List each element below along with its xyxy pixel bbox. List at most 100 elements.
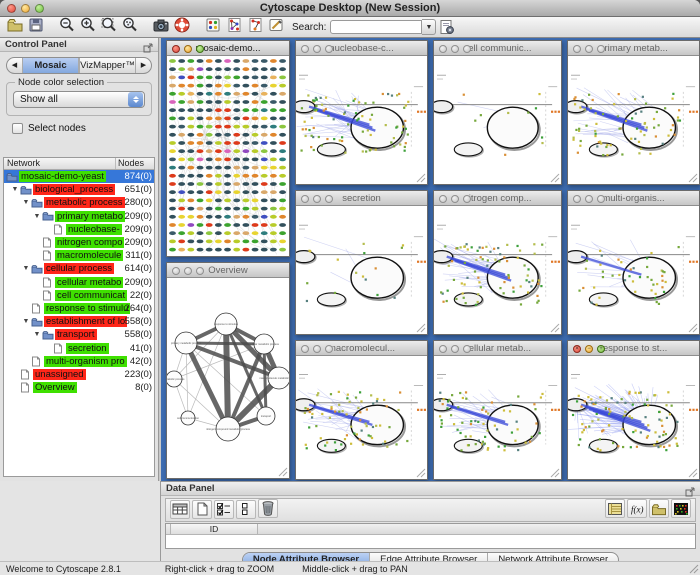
network-view-canvas[interactable] [167, 56, 289, 256]
tree-row-mosaic-demo-yeast[interactable]: mosaic-demo-yeast874(0) [4, 170, 154, 183]
zoom-selected-icon[interactable] [120, 15, 139, 34]
tree-row-transport[interactable]: ▼transport558(0) [4, 328, 154, 341]
zoom-window-button[interactable] [325, 195, 333, 203]
network-view-canvas[interactable] [434, 56, 561, 184]
attribute-table-icon[interactable] [170, 500, 190, 519]
tree-row-establishment-of-lo[interactable]: ▼establishment of lo558(0) [4, 315, 154, 328]
float-panel-icon[interactable] [685, 484, 695, 494]
tree-row-cellular-metabo[interactable]: cellular metabo209(0) [4, 276, 154, 289]
help-icon[interactable] [172, 15, 191, 34]
minimize-window-button[interactable] [451, 195, 459, 203]
minimize-window-button[interactable] [585, 45, 593, 53]
minimize-window-button[interactable] [184, 45, 192, 53]
zoom-window-button[interactable] [325, 345, 333, 353]
close-window-button[interactable] [439, 45, 447, 53]
expand-arrow-icon[interactable]: ▼ [10, 186, 20, 193]
window-titlebar[interactable]: secretion [296, 191, 427, 206]
network-view-canvas[interactable] [568, 206, 699, 334]
minimize-window-button[interactable] [451, 345, 459, 353]
minimize-window-button[interactable]: − [585, 345, 593, 353]
close-window-button[interactable] [573, 45, 581, 53]
network-view-canvas[interactable] [568, 56, 699, 184]
network-view-canvas[interactable] [568, 356, 699, 479]
tab-vizmapper[interactable]: VizMapper™ [79, 58, 136, 74]
window-titlebar[interactable]: Cytoscape Desktop (New Session) [0, 0, 700, 17]
zoom-window-button[interactable] [463, 195, 471, 203]
window-titlebar[interactable]: primary metab... [568, 41, 699, 56]
close-window-button[interactable] [301, 195, 309, 203]
tabs-scroll-left-icon[interactable]: ◀ [7, 57, 22, 74]
network-view-canvas[interactable] [434, 206, 561, 334]
open-session-icon[interactable] [5, 15, 24, 34]
minimize-window-button[interactable] [313, 45, 321, 53]
minimize-window-button[interactable] [451, 45, 459, 53]
float-panel-icon[interactable] [143, 40, 153, 50]
expand-arrow-icon[interactable]: ▼ [21, 318, 31, 325]
annotation-icon[interactable] [266, 15, 285, 34]
network-view-a-icon[interactable] [224, 15, 243, 34]
window-titlebar[interactable]: macromolecul... [296, 341, 427, 356]
network-view-canvas[interactable] [296, 206, 427, 334]
tree-row-macromolecule[interactable]: macromolecule311(0) [4, 249, 154, 262]
tree-row-nucleobase-[interactable]: nucleobase-209(0) [4, 223, 154, 236]
network-column-header[interactable]: Network [4, 158, 116, 169]
network-view-canvas[interactable] [434, 356, 561, 479]
expand-arrow-icon[interactable]: ▼ [32, 213, 42, 220]
snapshot-icon[interactable] [151, 15, 170, 34]
network-view-canvas[interactable]: response to stimulusprimary metabolic pr… [167, 278, 289, 478]
network-view-b-icon[interactable] [245, 15, 264, 34]
zoom-in-icon[interactable] [78, 15, 97, 34]
delete-attribute-icon[interactable] [258, 499, 278, 518]
search-config-icon[interactable] [437, 18, 456, 37]
window-titlebar[interactable]: cell communic... [434, 41, 561, 56]
attribute-panel-icon[interactable] [605, 499, 625, 518]
zoom-window-button[interactable] [597, 195, 605, 203]
minimize-window-button[interactable] [585, 195, 593, 203]
zoom-window-button[interactable] [196, 267, 204, 275]
close-window-button[interactable] [301, 345, 309, 353]
import-attributes-icon[interactable] [649, 499, 669, 518]
id-column-header[interactable]: ID [170, 524, 258, 535]
tabs-scroll-right-icon[interactable]: ▶ [136, 57, 151, 74]
minimize-window-button[interactable] [184, 267, 192, 275]
network-view-canvas[interactable] [296, 356, 427, 479]
tree-row-unassigned[interactable]: unassigned223(0) [4, 368, 154, 381]
close-window-button[interactable]: × [573, 345, 581, 353]
function-builder-icon[interactable]: f(x) [627, 499, 647, 518]
zoom-out-icon[interactable] [57, 15, 76, 34]
window-titlebar[interactable]: ×−+response to st... [568, 341, 699, 356]
minimize-window-button[interactable] [313, 195, 321, 203]
nodes-column-header[interactable]: Nodes [116, 158, 154, 169]
network-view-canvas[interactable] [296, 56, 427, 184]
tab-mosaic[interactable]: Mosaic [22, 58, 79, 74]
save-session-icon[interactable] [26, 15, 45, 34]
zoom-window-button[interactable] [196, 45, 204, 53]
zoom-window-button[interactable]: + [597, 345, 605, 353]
search-input[interactable] [330, 20, 422, 34]
window-titlebar[interactable]: Overview [167, 263, 289, 278]
window-titlebar[interactable]: cellular metab... [434, 341, 561, 356]
tree-row-metabolic-process[interactable]: ▼metabolic process280(0) [4, 196, 154, 209]
tree-row-biological-process[interactable]: ▼biological_process651(0) [4, 183, 154, 196]
heatmap-icon[interactable] [671, 499, 691, 518]
window-titlebar[interactable]: mosaic-demo... [167, 41, 289, 56]
select-attributes-icon[interactable] [214, 500, 234, 519]
node-color-dropdown[interactable]: Show all [13, 91, 145, 108]
tree-row-overview[interactable]: Overview8(0) [4, 381, 154, 394]
close-window-button[interactable] [573, 195, 581, 203]
expand-arrow-icon[interactable]: ▼ [21, 199, 31, 206]
window-titlebar[interactable]: nitrogen comp... [434, 191, 561, 206]
tree-row-cellular-process[interactable]: ▼cellular process614(0) [4, 262, 154, 275]
close-window-button[interactable] [439, 345, 447, 353]
select-nodes-checkbox[interactable] [12, 123, 23, 134]
close-window-button[interactable] [172, 267, 180, 275]
close-window-button[interactable] [172, 45, 180, 53]
close-window-button[interactable] [301, 45, 309, 53]
tree-row-secretion[interactable]: secretion41(0) [4, 341, 154, 354]
resize-grip-icon[interactable] [687, 562, 699, 574]
tree-row-cell-communicat[interactable]: cell communicat22(0) [4, 289, 154, 302]
window-titlebar[interactable]: nucleobase-c... [296, 41, 427, 56]
expand-arrow-icon[interactable]: ▼ [32, 331, 42, 338]
tree-row-nitrogen-compo[interactable]: nitrogen compo209(0) [4, 236, 154, 249]
zoom-window-button[interactable] [325, 45, 333, 53]
